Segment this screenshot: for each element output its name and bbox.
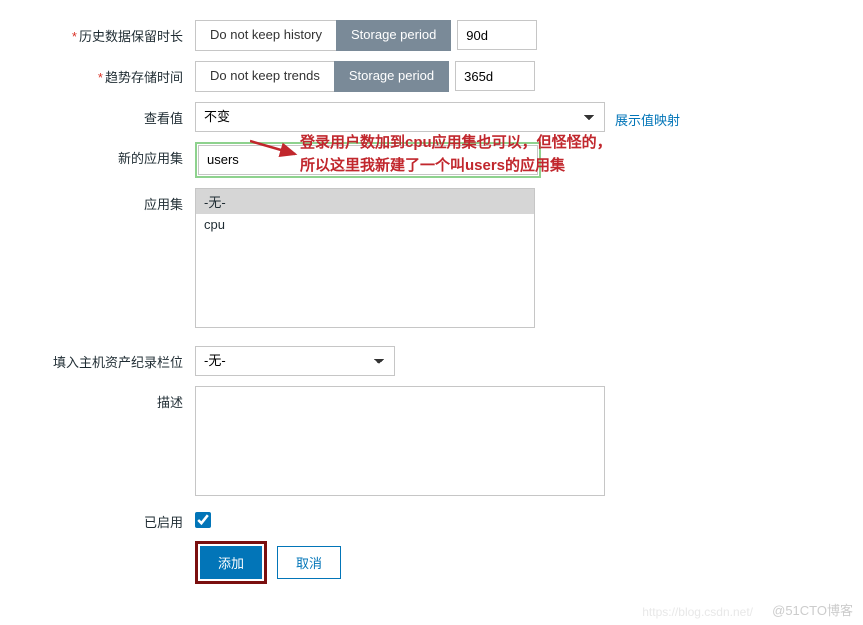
show-value-mappings-link[interactable]: 展示值映射 [615, 104, 680, 129]
row-host-inventory: 填入主机资产纪录栏位 -无- [0, 346, 863, 376]
label-show-value: 查看值 [0, 102, 195, 127]
row-trend-retention: *趋势存储时间 Do not keep trends Storage perio… [0, 61, 863, 92]
history-no-keep-button[interactable]: Do not keep history [195, 20, 336, 51]
label-trends: *趋势存储时间 [0, 61, 195, 86]
trends-storage-period-button[interactable]: Storage period [334, 61, 449, 92]
description-textarea[interactable] [195, 386, 605, 496]
watermark-51cto: @51CTO博客 [772, 600, 853, 619]
label-enabled: 已启用 [0, 506, 195, 531]
label-applications: 应用集 [0, 188, 195, 213]
row-history-retention: *历史数据保留时长 Do not keep history Storage pe… [0, 20, 863, 51]
enabled-checkbox[interactable] [195, 512, 211, 528]
add-button[interactable]: 添加 [200, 546, 262, 579]
applications-listbox[interactable]: -无- cpu [195, 188, 535, 328]
label-new-application: 新的应用集 [0, 142, 195, 167]
history-period-input[interactable] [457, 20, 537, 50]
show-value-select[interactable]: 不变 [195, 102, 605, 132]
row-applications: 应用集 -无- cpu [0, 188, 863, 328]
add-button-highlight: 添加 [195, 541, 267, 584]
cancel-button[interactable]: 取消 [277, 546, 341, 579]
row-description: 描述 [0, 386, 863, 496]
watermark-csdn: https://blog.csdn.net/ [642, 605, 753, 619]
label-history: *历史数据保留时长 [0, 20, 195, 45]
trends-no-keep-button[interactable]: Do not keep trends [195, 61, 334, 92]
trends-period-input[interactable] [455, 61, 535, 91]
history-storage-period-button[interactable]: Storage period [336, 20, 451, 51]
row-buttons: 添加 取消 [0, 541, 863, 584]
row-enabled: 已启用 [0, 506, 863, 531]
label-description: 描述 [0, 386, 195, 411]
applications-item-cpu[interactable]: cpu [196, 214, 534, 235]
row-show-value: 查看值 不变 展示值映射 [0, 102, 863, 132]
applications-item-none[interactable]: -无- [196, 189, 534, 214]
label-host-inventory: 填入主机资产纪录栏位 [0, 346, 195, 371]
host-inventory-select[interactable]: -无- [195, 346, 395, 376]
annotation-text: 登录用户数加到cpu应用集也可以，但怪怪的， 所以这里我新建了一个叫users的… [300, 132, 700, 177]
